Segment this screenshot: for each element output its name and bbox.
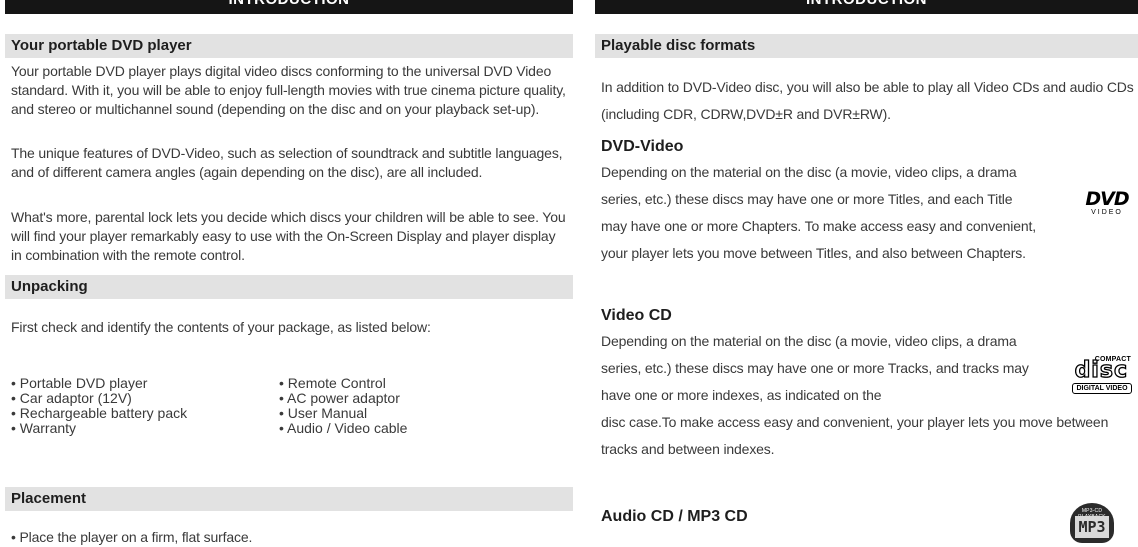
list-item: • Audio / Video cable bbox=[279, 420, 408, 436]
subheading-audio-cd-mp3: Audio CD / MP3 CD bbox=[601, 508, 748, 525]
list-item: • Car adaptor (12V) bbox=[11, 390, 132, 406]
left-page-banner: INTRODUCTION bbox=[5, 0, 573, 14]
placement-bullet: • Place the player on a firm, flat surfa… bbox=[11, 529, 253, 545]
mp3-cd-logo: MP3-CD PLAYBACK MP3 bbox=[1070, 503, 1114, 543]
section-header-portable-dvd: Your portable DVD player bbox=[5, 34, 573, 58]
section-header-placement: Placement bbox=[5, 487, 573, 511]
list-item: • Remote Control bbox=[279, 375, 386, 391]
paragraph-video-cd: Depending on the material on the disc (a… bbox=[601, 333, 1029, 403]
list-item: • Portable DVD player bbox=[11, 375, 148, 391]
paragraph-parental-lock: What's more, parental lock lets you deci… bbox=[11, 209, 566, 263]
list-item: • User Manual bbox=[279, 405, 368, 421]
paragraph-dvd-video: Depending on the material on the disc (a… bbox=[601, 164, 1036, 261]
section-header-playable-formats: Playable disc formats bbox=[595, 34, 1138, 58]
list-item: • Warranty bbox=[11, 420, 77, 436]
paragraph-video-cd-cont: disc case.To make access easy and conven… bbox=[601, 414, 1109, 457]
section-title: Playable disc formats bbox=[601, 37, 756, 54]
subheading-video-cd: Video CD bbox=[601, 307, 672, 324]
section-header-unpacking: Unpacking bbox=[5, 275, 573, 299]
list-item: • Rechargeable battery pack bbox=[11, 405, 188, 421]
section-title: Unpacking bbox=[11, 278, 88, 295]
section-title: Placement bbox=[11, 490, 87, 507]
subheading-dvd-video: DVD-Video bbox=[601, 138, 684, 155]
paragraph-unpacking-intro: First check and identify the contents of… bbox=[11, 319, 431, 335]
paragraph-playable-formats: In addition to DVD-Video disc, you will … bbox=[601, 79, 1134, 122]
paragraph-features: The unique features of DVD-Video, such a… bbox=[11, 145, 563, 180]
paragraph-intro: Your portable DVD player plays digital v… bbox=[11, 63, 566, 117]
left-banner-title: INTRODUCTION bbox=[5, 0, 573, 8]
dvd-video-logo: DVD VIDEO bbox=[1085, 188, 1129, 217]
right-page-banner: INTRODUCTION bbox=[595, 0, 1138, 14]
compact-disc-digital-video-logo: COMPACT disc DIGITAL VIDEO bbox=[1072, 356, 1132, 394]
right-banner-title: INTRODUCTION bbox=[595, 0, 1138, 8]
section-title: Your portable DVD player bbox=[11, 37, 192, 54]
list-item: • AC power adaptor bbox=[279, 390, 400, 406]
